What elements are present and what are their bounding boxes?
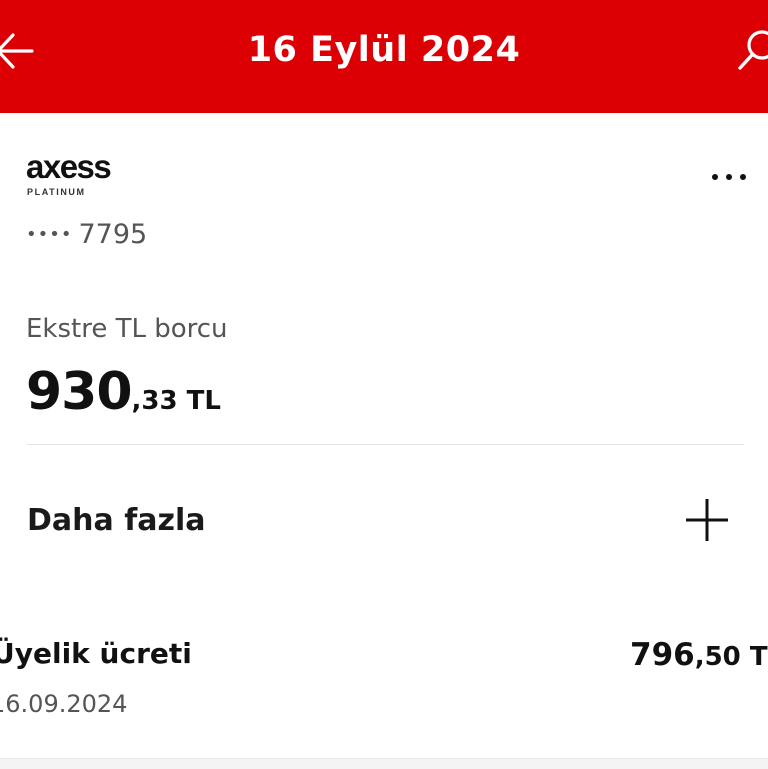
statement-amount-integer: 930 <box>26 362 133 422</box>
show-more-toggle[interactable]: Daha fazla <box>0 445 768 594</box>
card-last-four: 7795 <box>78 219 148 250</box>
statement-debt-amount: 930,33 TL <box>26 359 221 437</box>
top-app-bar: 16 Eylül 2024 <box>0 0 768 113</box>
more-horizontal-icon <box>712 174 746 180</box>
statement-amount-decimal: ,33 TL <box>131 386 221 416</box>
card-number-mask: •••• <box>26 224 73 245</box>
card-number: •••• 7795 <box>26 213 147 257</box>
card-tier: PLATINUM <box>27 187 86 197</box>
card-options-button[interactable] <box>708 165 752 189</box>
transaction-date: 16.09.2024 <box>0 690 128 718</box>
page-title: 16 Eylül 2024 <box>247 30 521 70</box>
statement-debt-label: Ekstre TL borcu <box>26 314 228 344</box>
search-button[interactable] <box>734 24 768 76</box>
list-divider <box>0 758 768 769</box>
search-icon <box>738 30 768 70</box>
transaction-amount-integer: 796 <box>630 637 695 673</box>
credit-card-summary: axess PLATINUM •••• 7795 Ekstre TL borcu … <box>0 113 768 594</box>
transaction-amount-decimal: ,50 TL <box>694 642 768 672</box>
plus-icon <box>686 499 728 541</box>
transaction-title: Üyelik ücreti <box>0 637 192 670</box>
show-more-label: Daha fazla <box>27 503 206 538</box>
transaction-row[interactable]: Üyelik ücreti 16.09.2024 796,50 TL <box>0 594 768 758</box>
brand-name: axess <box>26 148 112 185</box>
card-brand-logo: axess PLATINUM <box>26 148 112 198</box>
transaction-amount: 796,50 TL <box>630 634 768 681</box>
